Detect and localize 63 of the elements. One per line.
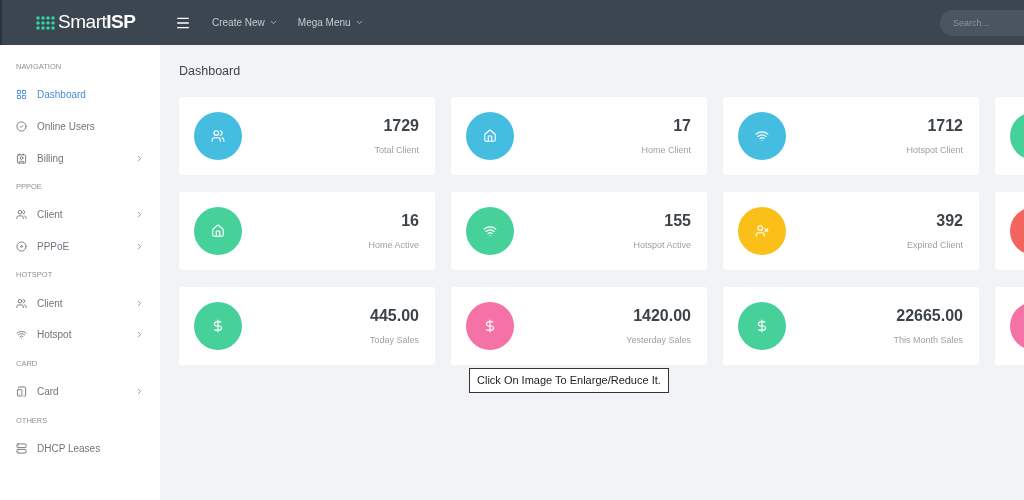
sidebar-item[interactable]: PPPoE [16, 230, 144, 263]
users-icon [16, 209, 27, 221]
home-icon [211, 223, 225, 238]
search-field[interactable]: Search... [940, 9, 1024, 36]
item-label: Card [37, 385, 59, 400]
disc-icon [16, 241, 27, 253]
menu-dropdown[interactable]: Create New [212, 15, 278, 30]
wifi-icon [16, 329, 27, 341]
id-card-icon [16, 152, 27, 164]
stat-value: 16 [401, 211, 419, 231]
tooltip: Click On Image To Enlarge/Reduce It. [469, 368, 669, 393]
dollar-icon [755, 318, 769, 333]
logo-icon [36, 15, 55, 30]
sidebar-item[interactable]: Billing [16, 142, 144, 175]
stat-value: 392 [936, 211, 963, 231]
stat-value: 1420.00 [633, 306, 691, 326]
stat-label: Hotspot Active [633, 239, 691, 252]
item-label: Dashboard [37, 88, 86, 103]
users-icon [211, 128, 225, 143]
dollar-icon [211, 318, 225, 333]
sidebar-item[interactable]: Dashboard [16, 79, 144, 111]
stat-value: 17 [673, 116, 691, 136]
stat-value: 22665.00 [896, 306, 963, 326]
stat-label: Hotspot Client [906, 144, 963, 157]
wifi-icon [483, 223, 497, 238]
sidebar-item[interactable]: Online Users [16, 110, 144, 143]
stat-label: Home Client [641, 144, 691, 157]
item-label: Client [37, 296, 63, 311]
dollar-icon [483, 318, 497, 333]
home-icon [483, 128, 497, 143]
wifi-icon [755, 128, 769, 143]
stat-label: Yesterday Sales [626, 334, 691, 347]
menu-dropdown[interactable]: Mega Menu [297, 15, 364, 30]
sidebar-item[interactable]: Client [16, 199, 144, 231]
stat-label: This Month Sales [893, 334, 963, 347]
stat-value: 1712 [927, 116, 963, 136]
sidebar-item[interactable]: Hotspot [16, 319, 144, 351]
user-x-icon [755, 223, 769, 238]
sidebar-item[interactable]: Card [16, 375, 144, 408]
logo-text: SmartISP [58, 10, 136, 35]
item-label: Hotspot [37, 328, 72, 343]
caret-icon [354, 18, 364, 27]
sidebar-item[interactable]: DHCP Leases [16, 432, 144, 465]
item-label: DHCP Leases [37, 441, 101, 456]
phone-icon [16, 386, 27, 398]
page-title: Dashboard [179, 63, 242, 80]
item-label: Client [37, 208, 63, 223]
caret-icon [268, 18, 278, 27]
stat-label: Expired Client [906, 239, 963, 252]
sidebar-item[interactable]: Client [16, 287, 144, 320]
item-label: Online Users [37, 120, 95, 135]
stat-value: 445.00 [370, 306, 419, 326]
stat-label: Total Client [374, 144, 419, 157]
item-label: PPPoE [37, 240, 70, 255]
stat-value: 155 [664, 211, 691, 231]
check-circle-icon [16, 121, 27, 133]
server-icon [16, 442, 27, 454]
stat-label: Home Active [368, 239, 419, 252]
stat-value: 1729 [383, 116, 419, 136]
users-icon [16, 297, 27, 309]
item-label: Billing [37, 151, 64, 166]
stat-label: Today Sales [369, 334, 419, 347]
grid-icon [16, 89, 27, 101]
